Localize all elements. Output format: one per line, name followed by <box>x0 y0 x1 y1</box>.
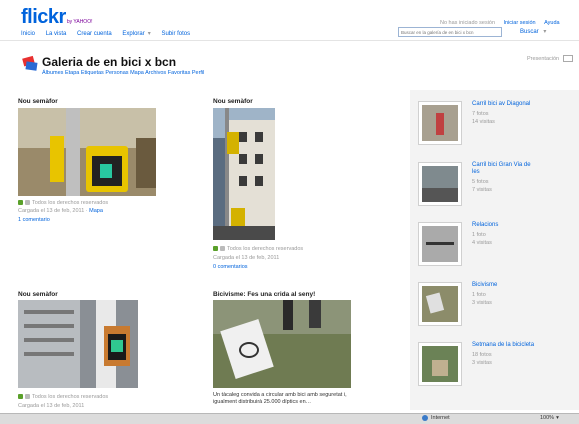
license-icon <box>18 200 23 206</box>
photo-uploaded: Cargada el 13 de feb, 2011 <box>213 255 280 261</box>
nav-inicio[interactable]: Inicio <box>21 31 35 37</box>
copyright-icon <box>25 394 30 400</box>
copyright-icon <box>220 246 225 252</box>
comments-link[interactable]: 0 comentarios <box>213 264 248 271</box>
gallery-title: Galeria de en bici x bcn <box>42 55 177 69</box>
status-zone: Internet <box>431 415 450 421</box>
set-title[interactable]: Carril bici av Diagonal <box>472 101 530 108</box>
photo-title[interactable]: Nou semàfor <box>18 291 58 298</box>
subnav-etiquetas[interactable]: Etiquetas <box>81 70 104 76</box>
photo-title[interactable]: Nou semàfor <box>213 98 253 105</box>
zoom-level[interactable]: 100% ▾ <box>540 415 559 422</box>
chevron-down-icon: ▾ <box>556 415 559 421</box>
search-button-label: Buscar <box>520 29 539 35</box>
set-thumbnail[interactable] <box>418 162 462 206</box>
photo-title[interactable]: Bicivisme: Fes una crida al seny! <box>213 291 315 298</box>
set-views: 7 visitas <box>472 187 492 193</box>
set-views: 3 visitas <box>472 300 492 306</box>
slideshow-icon <box>562 55 573 62</box>
gallery-subnav: Álbumes Etapa Etiquetas Personas Mapa Ar… <box>42 70 204 76</box>
copyright-icon <box>25 200 30 206</box>
set-title[interactable]: Bicivisme <box>472 282 497 289</box>
set-count: 1 foto <box>472 292 486 298</box>
set-views: 4 visitas <box>472 240 492 246</box>
set-count: 7 fotos <box>472 111 489 117</box>
not-signed-in: No has iniciado sesión <box>440 20 496 26</box>
photo-image[interactable] <box>18 108 156 196</box>
photo-caption: Un tàcaleg convida a circular amb bici a… <box>213 392 347 405</box>
set-title[interactable]: Setmana de la bicicleta <box>472 342 534 349</box>
set-thumbnail[interactable] <box>418 222 462 266</box>
subnav-personas[interactable]: Personas <box>105 70 128 76</box>
photo-uploaded: Cargada el 13 de feb, 2011 · Mapa <box>18 208 103 214</box>
nav-crear-cuenta[interactable]: Crear cuenta <box>77 31 112 37</box>
photo-image[interactable] <box>213 300 351 388</box>
slideshow-link[interactable]: Presentación <box>527 55 573 62</box>
photo-uploaded: Cargada el 13 de feb, 2011 <box>18 403 85 409</box>
photo-license: Todos los derechos reservados <box>18 200 108 207</box>
search-input[interactable] <box>398 27 502 37</box>
photo-license: Todos los derechos reservados <box>18 394 108 401</box>
set-views: 14 visitas <box>472 119 495 125</box>
subnav-archivos[interactable]: Archivos <box>145 70 166 76</box>
set-thumbnail[interactable] <box>418 282 462 326</box>
search-button[interactable]: Buscar ▾ <box>520 28 546 35</box>
set-thumbnail[interactable] <box>418 101 462 145</box>
status-zone-icon <box>422 415 428 421</box>
nav-subir-fotos[interactable]: Subir fotos <box>161 31 190 37</box>
set-title[interactable]: Carril bici Gran Via de les <box>472 162 536 176</box>
nav-explorar[interactable]: Explorar <box>122 31 144 37</box>
zoom-value: 100% <box>540 415 555 421</box>
comments-link[interactable]: 1 comentario <box>18 217 50 224</box>
header-divider <box>0 40 579 41</box>
photo-image[interactable] <box>18 300 156 388</box>
set-views: 3 visitas <box>472 360 492 366</box>
sign-in-link[interactable]: Iniciar sesión <box>504 20 536 26</box>
subnav-etapa[interactable]: Etapa <box>65 70 79 76</box>
flickr-logo[interactable]: flickrby YAHOO! <box>21 6 92 29</box>
subnav-perfil[interactable]: Perfil <box>192 70 205 76</box>
slideshow-label: Presentación <box>527 55 560 62</box>
chevron-down-icon: ▾ <box>543 29 547 35</box>
set-count: 18 fotos <box>472 352 492 358</box>
set-thumbnail[interactable] <box>418 342 462 386</box>
subnav-favoritas[interactable]: Favoritas <box>168 70 191 76</box>
license-icon <box>213 246 218 252</box>
photo-image[interactable] <box>213 108 275 240</box>
license-icon <box>18 394 23 400</box>
map-link[interactable]: Mapa <box>89 208 103 214</box>
set-title[interactable]: Relacions <box>472 222 498 229</box>
nav-la-vista[interactable]: La vista <box>46 31 67 37</box>
subnav-mapa[interactable]: Mapa <box>130 70 144 76</box>
logo-main: flickr <box>21 6 66 28</box>
subnav-albumes[interactable]: Álbumes <box>42 70 63 76</box>
chevron-down-icon[interactable]: ▾ <box>148 31 151 37</box>
logo-sub: by YAHOO! <box>66 19 93 25</box>
gallery-icon <box>21 55 39 73</box>
main-nav: Inicio La vista Crear cuenta Explorar ▾ S… <box>21 30 190 37</box>
photo-title[interactable]: Nou semàfor <box>18 98 58 105</box>
set-count: 1 foto <box>472 232 486 238</box>
photo-license: Todos los derechos reservados <box>213 246 303 253</box>
set-count: 5 fotos <box>472 179 489 185</box>
help-link[interactable]: Ayuda <box>544 20 560 26</box>
status-bar <box>0 413 579 424</box>
